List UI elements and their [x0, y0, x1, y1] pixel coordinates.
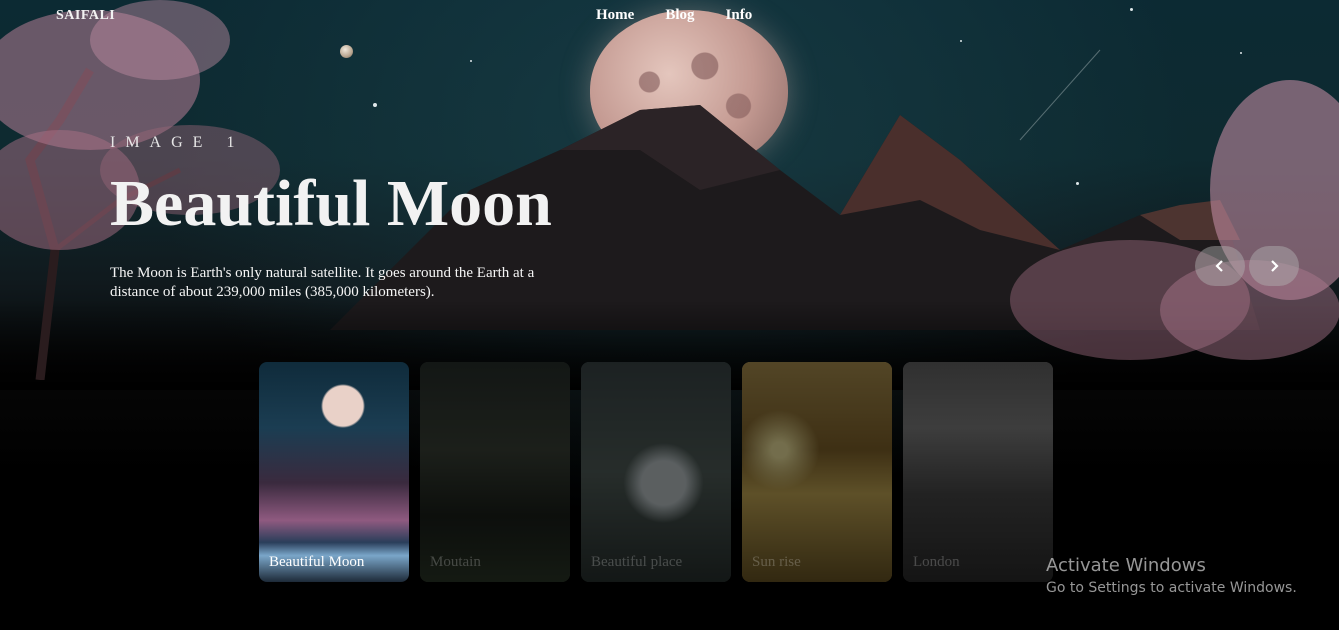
thumbnail-sun-rise[interactable]: Sun rise — [742, 362, 892, 582]
main-nav: Home Blog Info — [596, 7, 752, 24]
thumbnail-label: Sun rise — [752, 554, 801, 570]
thumbnail-strip: Beautiful Moon Moutain Beautiful place S… — [259, 362, 1053, 582]
thumbnail-beautiful-place[interactable]: Beautiful place — [581, 362, 731, 582]
slide-title: Beautiful Moon — [110, 167, 552, 240]
thumbnail-overlay — [903, 362, 1053, 582]
watermark-title: Activate Windows — [1046, 555, 1206, 576]
thumbnail-label: Beautiful Moon — [269, 554, 365, 570]
thumbnail-overlay — [742, 362, 892, 582]
nav-home[interactable]: Home — [596, 7, 634, 24]
watermark-subtitle: Go to Settings to activate Windows. — [1046, 580, 1297, 596]
nav-info[interactable]: Info — [726, 7, 753, 24]
thumbnail-london[interactable]: London — [903, 362, 1053, 582]
activate-windows-watermark: Activate Windows Go to Settings to activ… — [1046, 555, 1297, 596]
chevron-left-icon — [1215, 260, 1223, 272]
chevron-right-icon — [1271, 260, 1279, 272]
thumbnail-label: Moutain — [430, 554, 481, 570]
thumbnail-overlay — [259, 362, 409, 582]
brand-logo[interactable]: SAIFALI — [56, 8, 115, 24]
slide-description: The Moon is Earth's only natural satelli… — [110, 265, 535, 300]
thumbnail-overlay — [581, 362, 731, 582]
next-slide-button[interactable] — [1249, 246, 1299, 286]
thumbnail-moutain[interactable]: Moutain — [420, 362, 570, 582]
thumbnail-label: Beautiful place — [591, 554, 683, 570]
thumbnail-beautiful-moon[interactable]: Beautiful Moon — [259, 362, 409, 582]
prev-slide-button[interactable] — [1195, 246, 1245, 286]
thumbnail-label: London — [913, 554, 960, 570]
thumbnail-overlay — [420, 362, 570, 582]
slide-eyebrow: IMAGE 1 — [110, 134, 245, 151]
nav-blog[interactable]: Blog — [665, 7, 694, 24]
